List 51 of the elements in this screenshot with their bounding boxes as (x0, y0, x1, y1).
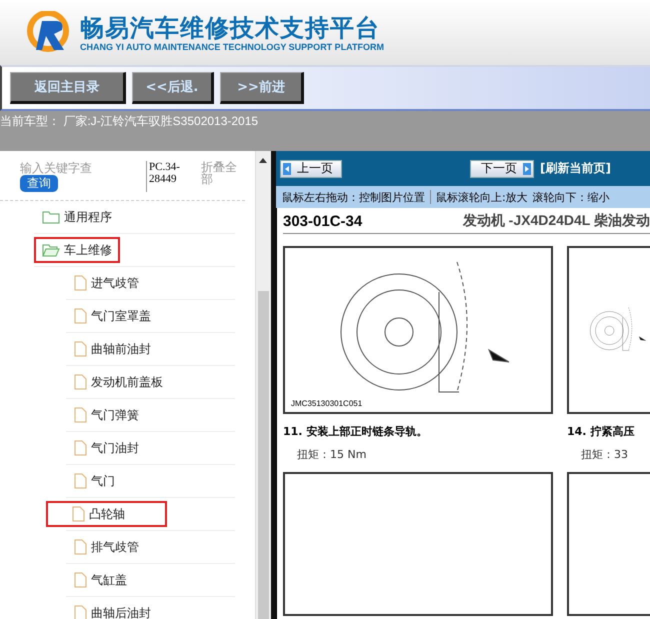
document-icon (74, 341, 87, 357)
document-icon (74, 374, 87, 390)
document-icon (74, 539, 87, 555)
hint-text: 鼠标滚轮向上:放大 (436, 190, 528, 204)
prev-page-button[interactable]: 上一页 (280, 160, 342, 178)
tree-item[interactable]: 气门弹簧 (66, 402, 147, 428)
site-title: 畅易汽车维修技术支持平台 (80, 14, 381, 42)
tree-item[interactable]: 进气歧管 (66, 270, 147, 296)
right-arrow-icon (523, 162, 531, 174)
tree-item[interactable]: 通用程序 (34, 204, 120, 230)
step-caption: 11. 安装上部正时链条导轨。 (283, 424, 428, 439)
nav-button[interactable]: >>前进 (220, 72, 304, 104)
folder-icon (42, 210, 60, 224)
refresh-link[interactable]: [刷新当前页] (540, 160, 611, 177)
tree-item[interactable]: 气门油封 (66, 435, 147, 461)
tree-item[interactable]: 发动机前盖板 (66, 369, 171, 395)
document-icon (74, 473, 87, 489)
hint-text: 鼠标左右拖动：控制图片位置 (282, 190, 425, 204)
document-icon (74, 440, 87, 456)
hint-text: 滚轮向下：缩小 (532, 190, 610, 204)
tree-item[interactable]: 凸轮轴 (46, 501, 167, 527)
scrollbar[interactable] (255, 151, 271, 619)
step-caption: 14. 拧紧高压 (567, 424, 636, 439)
document-title: 发动机 -JX4D24D4L 柴油发动 (462, 212, 650, 230)
open-folder-icon (42, 243, 60, 257)
document-icon (74, 275, 87, 291)
tree-item[interactable]: 曲轴后油封 (66, 600, 159, 619)
next-page-button[interactable]: 下一页 (470, 160, 534, 178)
tree-item[interactable]: 气缸盖 (66, 567, 135, 593)
tree-item[interactable]: 气门室罩盖 (66, 303, 159, 329)
document-icon (74, 407, 87, 423)
torque-text: 扭矩：33 (581, 447, 629, 462)
scroll-up-arrow-icon[interactable] (259, 157, 267, 163)
document-icon (74, 308, 87, 324)
left-arrow-icon (283, 162, 291, 174)
page-number: 303-01C-34 (283, 212, 362, 230)
current-model-text: 当前车型： 厂家:J-江铃汽车驭胜S3502013-2015 (0, 114, 258, 128)
search-button[interactable]: 查询 (20, 175, 58, 192)
site-subtitle: CHANG YI AUTO MAINTENANCE TECHNOLOGY SUPPORT PLATFORM (80, 42, 384, 52)
code-text: PC.34-28449 (146, 161, 195, 192)
tree-item[interactable]: 曲轴前油封 (66, 336, 159, 362)
tree-item[interactable]: 车上维修 (34, 237, 120, 263)
tree-item[interactable]: 气门 (66, 468, 123, 494)
engine-diagram-drawing (590, 307, 646, 351)
tree-item[interactable]: 排气歧管 (66, 534, 147, 560)
nav-button[interactable]: 返回主目录 (10, 72, 126, 104)
document-icon (74, 572, 87, 588)
torque-text: 扭矩：15 Nm (297, 447, 368, 462)
figure-code: JMC35130301C051 (291, 399, 362, 408)
document-icon (72, 506, 85, 522)
nav-button[interactable]: <<后退. (132, 72, 214, 104)
